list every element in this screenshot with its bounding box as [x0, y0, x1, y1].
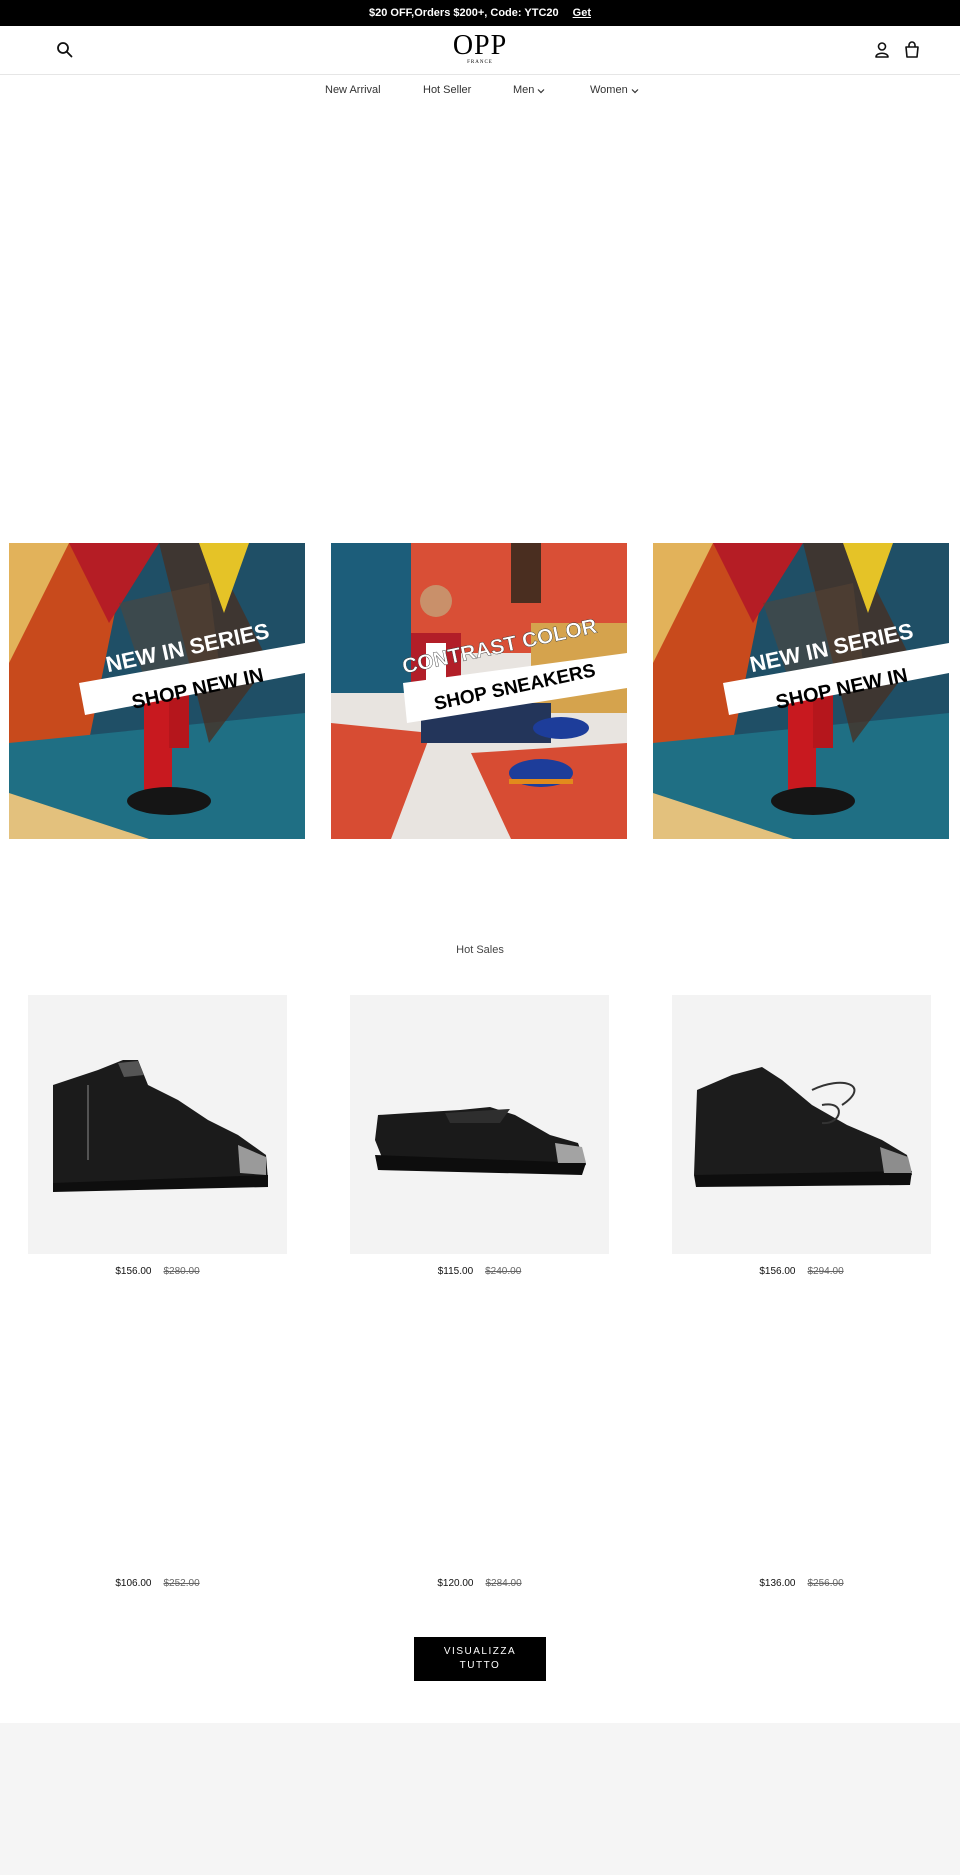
nav-item-label: Hot Seller — [423, 84, 472, 96]
product-price-row: $156.00 $294.00 — [672, 1266, 931, 1277]
product-compare-price: $280.00 — [163, 1266, 200, 1277]
main-nav: New Arrival Hot Seller Men Women — [0, 84, 960, 100]
banner-new-in-series[interactable]: NEW IN SERIES SHOP NEW IN — [9, 543, 305, 839]
product-image[interactable] — [28, 995, 287, 1254]
product-compare-price: $256.00 — [807, 1578, 844, 1589]
product-card[interactable] — [350, 995, 609, 1254]
product-price: $115.00 — [437, 1266, 474, 1277]
product-compare-price: $284.00 — [485, 1578, 522, 1589]
account-icon[interactable] — [872, 40, 892, 60]
nav-item-new-arrival[interactable]: New Arrival — [325, 84, 381, 96]
announcement-text: $20 OFF,Orders $200+, Code: YTC20 — [369, 7, 559, 19]
announcement-bar: $20 OFF,Orders $200+, Code: YTC20 Get — [0, 0, 960, 26]
product-image[interactable] — [672, 995, 931, 1254]
product-price: $156.00 — [115, 1266, 152, 1277]
product-price: $106.00 — [115, 1578, 152, 1589]
announcement-get-link[interactable]: Get — [573, 7, 591, 19]
product-price-row[interactable]: $136.00 $256.00 — [672, 1578, 931, 1589]
nav-item-label: Men — [513, 84, 535, 96]
product-price-row: $115.00 $240.00 — [350, 1266, 609, 1277]
nav-item-women[interactable]: Women — [590, 84, 639, 96]
chevron-down-icon — [537, 86, 545, 94]
view-all-label: VISUALIZZA TUTTO — [443, 1646, 517, 1671]
product-price-row[interactable]: $120.00 $284.00 — [350, 1578, 609, 1589]
product-price-row[interactable]: $106.00 $252.00 — [28, 1578, 287, 1589]
nav-item-label: New Arrival — [325, 84, 381, 96]
site-header: OPP FRANCE — [0, 26, 960, 75]
logo-text: OPP — [452, 30, 508, 61]
logo-subtitle: FRANCE — [467, 60, 493, 65]
product-compare-price: $294.00 — [807, 1266, 844, 1277]
product-image[interactable] — [350, 995, 609, 1254]
search-icon[interactable] — [56, 41, 74, 59]
chevron-down-icon — [631, 86, 639, 94]
nav-item-label: Women — [590, 84, 628, 96]
product-card[interactable] — [28, 995, 287, 1254]
product-card[interactable] — [672, 995, 931, 1254]
product-compare-price: $240.00 — [485, 1266, 522, 1277]
product-price: $120.00 — [437, 1578, 474, 1589]
nav-item-men[interactable]: Men — [513, 84, 545, 96]
product-price-row: $156.00 $280.00 — [28, 1266, 287, 1277]
product-price: $156.00 — [759, 1266, 796, 1277]
view-all-button[interactable]: VISUALIZZA TUTTO — [414, 1637, 546, 1681]
nav-item-hot-seller[interactable]: Hot Seller — [423, 84, 471, 96]
product-price: $136.00 — [759, 1578, 796, 1589]
cart-icon[interactable] — [902, 40, 922, 60]
banner-new-in-series-2[interactable]: NEW IN SERIES SHOP NEW IN — [653, 543, 949, 839]
logo[interactable]: OPP FRANCE — [430, 30, 530, 66]
product-compare-price: $252.00 — [163, 1578, 200, 1589]
banner-contrast-color[interactable]: CONTRAST COLOR SHOP SNEAKERS — [331, 543, 627, 839]
footer — [0, 1723, 960, 1875]
section-title-hot-sales: Hot Sales — [456, 944, 504, 956]
